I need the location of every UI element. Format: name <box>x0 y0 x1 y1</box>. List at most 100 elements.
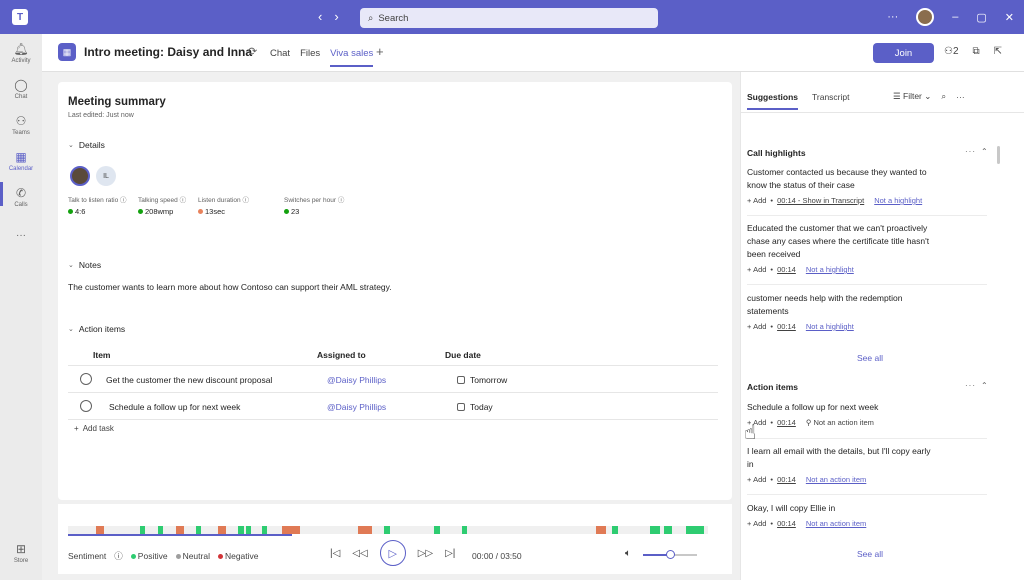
not-action-item-link[interactable]: Not an action item <box>806 475 866 484</box>
copy-icon[interactable]: ⧉ <box>973 46 980 57</box>
sentiment-segment-negative <box>596 526 606 534</box>
action-items-section-toggle[interactable]: ⌄ Action items <box>68 324 125 334</box>
skip-start-icon[interactable]: |◁ <box>330 548 340 559</box>
tab-suggestions[interactable]: Suggestions <box>747 92 799 110</box>
add-button[interactable]: + Add <box>747 475 766 484</box>
notes-text[interactable]: The customer wants to learn more about h… <box>68 282 392 292</box>
rail-item-store[interactable]: ⊞ Store <box>0 542 42 564</box>
not-highlight-link[interactable]: Not a highlight <box>806 322 854 331</box>
not-highlight-link[interactable]: Not a highlight <box>874 196 922 205</box>
maximize-icon[interactable]: ▢ <box>976 11 986 24</box>
task-checkbox[interactable] <box>80 400 92 412</box>
details-section-toggle[interactable]: ⌄ Details <box>68 140 105 150</box>
more-options-icon[interactable]: ··· <box>956 92 965 102</box>
add-button[interactable]: + Add <box>747 322 766 331</box>
search-input[interactable]: ⌕ Search <box>360 8 658 28</box>
add-button[interactable]: + Add <box>747 265 766 274</box>
teams-icon: ⚇ <box>15 114 27 128</box>
teams-logo-icon: T <box>12 9 28 25</box>
add-button[interactable]: + Add <box>747 519 766 528</box>
task-item[interactable]: Schedule a follow up for next week <box>109 402 240 412</box>
skip-end-icon[interactable]: ▷| <box>445 548 455 559</box>
tab-files[interactable]: Files <box>300 48 320 67</box>
play-button[interactable]: ▷ <box>379 540 406 566</box>
timestamp-link[interactable]: 00:14 <box>777 265 796 274</box>
info-icon: ⓘ <box>120 197 127 204</box>
sentiment-segment-positive <box>140 526 145 534</box>
timestamp-link[interactable]: 00:14 <box>777 418 796 427</box>
pane-scrollbar[interactable] <box>997 146 1000 164</box>
sentiment-segment-negative <box>358 526 372 534</box>
title-bar: T ‹ › ⌕ Search ··· – ▢ ✕ <box>0 0 1024 34</box>
task-item[interactable]: Get the customer the new discount propos… <box>106 375 272 385</box>
assignee-mention[interactable]: @Daisy Phillips <box>327 402 386 412</box>
volume-icon[interactable]: 🔈︎ <box>625 548 631 559</box>
not-action-item-link[interactable]: Not an action item <box>806 519 866 528</box>
rail-item-more[interactable]: ··· <box>0 230 42 241</box>
more-options-icon[interactable]: ··· <box>887 11 898 23</box>
status-dot <box>198 209 203 214</box>
playback-progress[interactable] <box>68 534 292 536</box>
timestamp-link[interactable]: 00:14 <box>777 475 796 484</box>
search-icon[interactable]: ⌕ <box>941 91 946 102</box>
sentiment-segment-negative <box>282 526 290 534</box>
tab-transcript[interactable]: Transcript <box>812 92 849 110</box>
filter-button[interactable]: ☰ Filter ⌄ <box>893 91 931 102</box>
tab-viva-sales[interactable]: Viva sales <box>330 48 374 67</box>
sentiment-segment-positive <box>246 526 251 534</box>
minimize-icon[interactable]: – <box>952 11 958 23</box>
rail-item-teams[interactable]: ⚇ Teams <box>0 114 42 136</box>
forward-icon[interactable]: › <box>334 9 338 24</box>
rail-item-calls[interactable]: ✆ Calls <box>0 186 42 208</box>
sentiment-segment-positive <box>434 526 440 534</box>
task-checkbox[interactable] <box>80 373 92 385</box>
back-icon[interactable]: ‹ <box>318 9 322 24</box>
sentiment-segment-positive <box>664 526 672 534</box>
more-options-icon[interactable]: ··· <box>965 147 976 156</box>
more-options-icon[interactable]: ··· <box>965 381 976 390</box>
not-highlight-link[interactable]: Not a highlight <box>806 265 854 274</box>
rail-item-calendar[interactable]: ▦ Calendar <box>0 150 42 172</box>
avatar-il[interactable]: IL <box>96 166 116 186</box>
join-button[interactable]: Join <box>873 43 934 63</box>
rail-item-activity[interactable]: 🔔︎ Activity <box>0 42 42 64</box>
tab-chat[interactable]: Chat <box>270 48 290 67</box>
timestamp-link[interactable]: 00:14 <box>777 322 796 331</box>
pin-icon: ⚲ <box>805 418 812 427</box>
item-divider <box>747 438 987 439</box>
assignee-mention[interactable]: @Daisy Phillips <box>327 375 386 385</box>
user-avatar[interactable] <box>916 8 935 26</box>
fast-forward-icon[interactable]: ▷▷ <box>418 548 433 559</box>
meeting-header: ▦ Intro meeting: Daisy and Inna ⟳ Chat F… <box>42 34 1024 72</box>
action-text: I learn all email with the details, but … <box>747 446 931 469</box>
not-action-item-button[interactable]: ⚲ Not an action item <box>806 418 874 427</box>
sync-icon[interactable]: ⟳ <box>248 45 257 58</box>
chevron-up-icon[interactable]: ⌃ <box>981 147 988 156</box>
action-meta: + Add • 00:14 Not an action item <box>747 475 867 484</box>
time-readout: 00:00 / 03:50 <box>472 551 522 561</box>
add-task-button[interactable]: + Add task <box>74 424 114 433</box>
timestamp-link[interactable]: 00:14 - Show in Transcript <box>777 196 864 205</box>
highlight-text: customer needs help with the redemption … <box>747 293 903 316</box>
see-all-actions-link[interactable]: See all <box>857 549 883 559</box>
add-button[interactable]: + Add <box>747 196 766 205</box>
chevron-up-icon[interactable]: ⌃ <box>981 381 988 390</box>
sentiment-timeline[interactable] <box>68 526 708 534</box>
see-all-highlights-link[interactable]: See all <box>857 353 883 363</box>
popout-icon[interactable]: ⇱ <box>994 46 1002 57</box>
volume-handle[interactable] <box>666 550 675 559</box>
row-divider <box>68 419 718 420</box>
notes-section-toggle[interactable]: ⌄ Notes <box>68 260 101 270</box>
avatar-daisy[interactable] <box>70 166 90 186</box>
calendar-icon <box>457 403 465 411</box>
add-tab-icon[interactable]: + <box>376 44 384 59</box>
due-date[interactable]: Tomorrow <box>457 375 507 385</box>
due-date[interactable]: Today <box>457 402 493 412</box>
participants-button[interactable]: ⚇2 <box>944 46 959 57</box>
rail-item-chat[interactable]: ◯ Chat <box>0 78 42 100</box>
close-icon[interactable]: ✕ <box>1005 11 1014 24</box>
timestamp-link[interactable]: 00:14 <box>777 519 796 528</box>
volume-slider[interactable] <box>643 550 697 559</box>
rewind-icon[interactable]: ◁◁ <box>352 548 367 559</box>
nav-arrows: ‹ › <box>318 9 339 24</box>
